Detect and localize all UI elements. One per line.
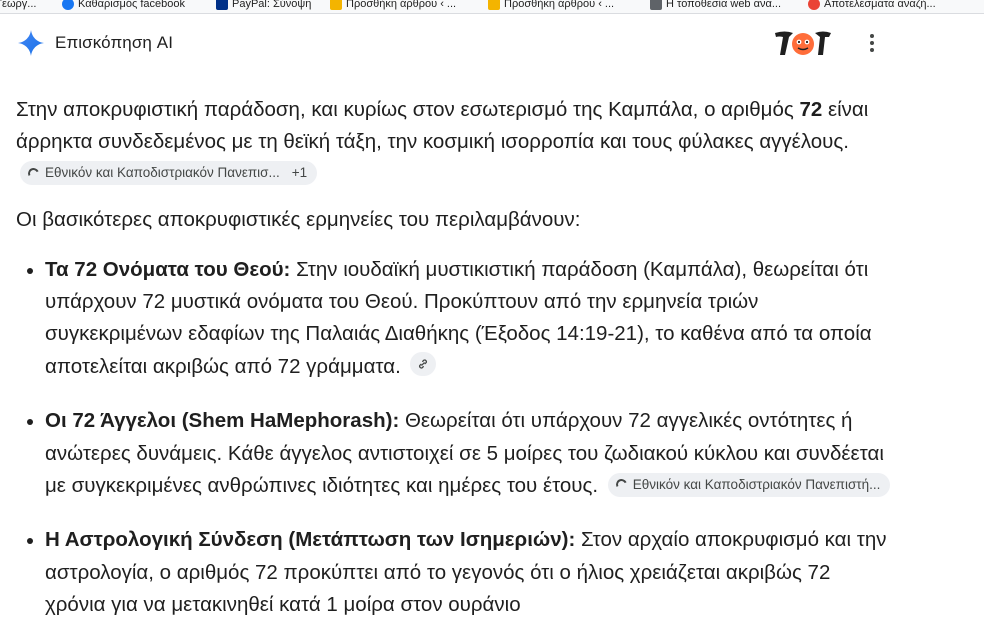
- kebab-menu-icon[interactable]: [862, 31, 882, 55]
- wordpress-icon: [488, 0, 500, 11]
- bookmark-item[interactable]: Αποτελέσματα αναζή...: [808, 0, 936, 12]
- intro-paragraph: Στην αποκρυφιστική παράδοση, και κυρίως …: [16, 94, 896, 191]
- facebook-icon: [62, 0, 74, 11]
- list-item: Η Αστρολογική Σύνδεση (Μετάπτωση των Ιση…: [45, 524, 896, 621]
- bookmark-label: Αποτελέσματα αναζή...: [824, 0, 936, 10]
- source-more-count: +1: [291, 165, 308, 181]
- ai-overview-header: Επισκόπηση AI: [0, 14, 984, 70]
- item-title: Τα 72 Ονόματα του Θεού:: [45, 257, 291, 281]
- site-icon: [650, 0, 662, 11]
- interpretations-list: Τα 72 Ονόματα του Θεού: Στην ιουδαϊκή μυ…: [16, 254, 896, 622]
- source-chip[interactable]: Εθνικόν και Καποδιστριακόν Πανεπισ... +1: [20, 161, 318, 186]
- source-chip-label: Εθνικόν και Καποδιστριακόν Πανεπιστή...: [632, 476, 881, 492]
- source-chip-label: Εθνικόν και Καποδιστριακόν Πανεπισ...: [45, 165, 280, 181]
- page-title: Επισκόπηση AI: [55, 33, 174, 52]
- wordpress-icon: [330, 0, 342, 11]
- profile-logo-icon[interactable]: [771, 27, 835, 59]
- source-loading-icon: [614, 477, 629, 492]
- link-chip[interactable]: [410, 351, 437, 376]
- item-title: Η Αστρολογική Σύνδεση (Μετάπτωση των Ιση…: [45, 528, 576, 552]
- source-chip[interactable]: Εθνικόν και Καποδιστριακόν Πανεπιστή...: [607, 472, 891, 497]
- bookmark-label: Η τοποθεσία web ανα...: [666, 0, 781, 10]
- bookmark-item[interactable]: Καθαρισμός facebook: [62, 0, 185, 12]
- bookmark-label: Προσθήκη άρθρου ‹ ...: [504, 0, 615, 10]
- bookmark-label: PayPal: Σύνοψη: [232, 0, 312, 10]
- bookmark-label: Καθαρισμός facebook: [78, 0, 185, 10]
- list-item: Τα 72 Ονόματα του Θεού: Στην ιουδαϊκή μυ…: [45, 254, 896, 384]
- bookmark-item[interactable]: Η τοποθεσία web ανα...: [650, 0, 781, 12]
- item-title: Οι 72 Άγγελοι (Shem HaMephorash):: [45, 409, 400, 433]
- link-icon: [419, 359, 428, 369]
- bookmark-label: Γεωργ...: [0, 0, 37, 10]
- lead-paragraph: Οι βασικότερες αποκρυφιστικές ερμηνείες …: [16, 208, 581, 232]
- source-loading-icon: [26, 166, 41, 181]
- search-results-icon: [808, 0, 820, 11]
- bookmark-item[interactable]: Προσθήκη άρθρου ‹ ...: [330, 0, 456, 12]
- paypal-icon: [216, 0, 228, 11]
- list-item: Οι 72 Άγγελοι (Shem HaMephorash): Θεωρεί…: [45, 405, 896, 502]
- bookmark-label: Προσθήκη άρθρου ‹ ...: [346, 0, 457, 10]
- bookmark-item[interactable]: Γεωργ...: [0, 0, 36, 12]
- bookmark-item[interactable]: Προσθήκη άρθρου ‹ ...: [488, 0, 614, 12]
- ai-overview-content: Στην αποκρυφιστική παράδοση, και κυρίως …: [16, 94, 896, 644]
- bookmark-item[interactable]: PayPal: Σύνοψη: [216, 0, 311, 12]
- bookmarks-bar: Γεωργ... Καθαρισμός facebook PayPal: Σύν…: [0, 0, 984, 14]
- gemini-sparkle-icon: [18, 30, 44, 56]
